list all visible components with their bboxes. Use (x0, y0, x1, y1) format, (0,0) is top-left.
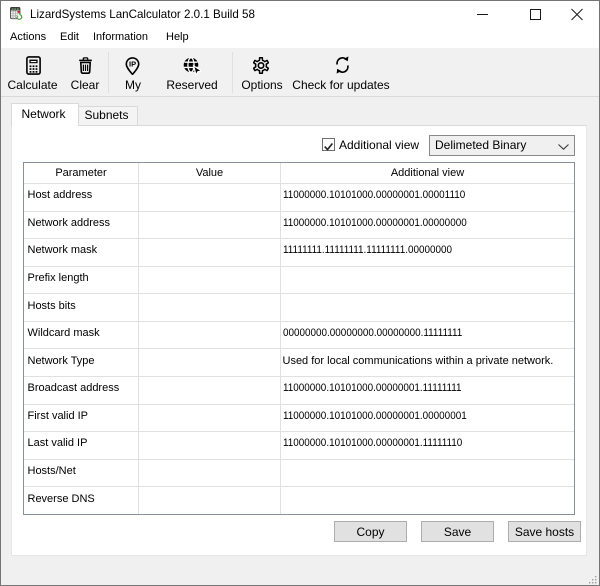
svg-text:IP: IP (129, 59, 136, 68)
